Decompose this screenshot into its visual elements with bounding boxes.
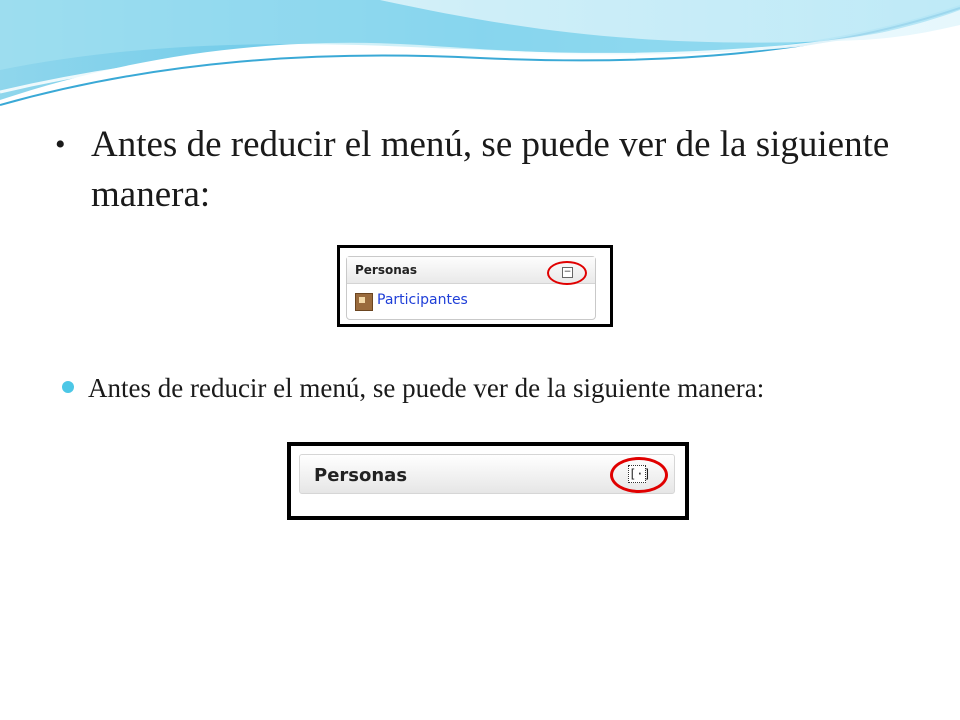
bullet-point-1: • Antes de reducir el menú, se puede ver… xyxy=(55,120,915,220)
expand-highlight-circle: [·] xyxy=(610,457,668,493)
personas-block-title: Personas xyxy=(355,263,418,277)
collapse-icon[interactable]: − xyxy=(562,267,573,278)
personas-block-header: Personas − xyxy=(347,257,595,285)
bullet-point-2: Antes de reducir el menú, se puede ver d… xyxy=(62,370,922,406)
bullet-text: Antes de reducir el menú, se puede ver d… xyxy=(91,124,890,215)
expand-icon[interactable]: [·] xyxy=(628,465,651,483)
personas-block-title: Personas xyxy=(314,465,408,486)
participants-link[interactable]: Participantes xyxy=(377,292,468,308)
screenshot-collapsed-menu: Personas [·] xyxy=(287,442,689,520)
bullet-text: Antes de reducir el menú, se puede ver d… xyxy=(88,373,765,403)
personas-block-header: Personas [·] xyxy=(299,454,675,494)
collapse-highlight-circle: − xyxy=(547,261,587,285)
bullet-marker: • xyxy=(55,128,66,161)
participants-icon xyxy=(355,293,373,311)
screenshot-expanded-menu: Personas − Participantes xyxy=(337,245,613,327)
header-wave-decoration xyxy=(0,0,960,106)
personas-block: Personas − Participantes xyxy=(346,256,596,320)
bullet-marker xyxy=(62,381,74,393)
